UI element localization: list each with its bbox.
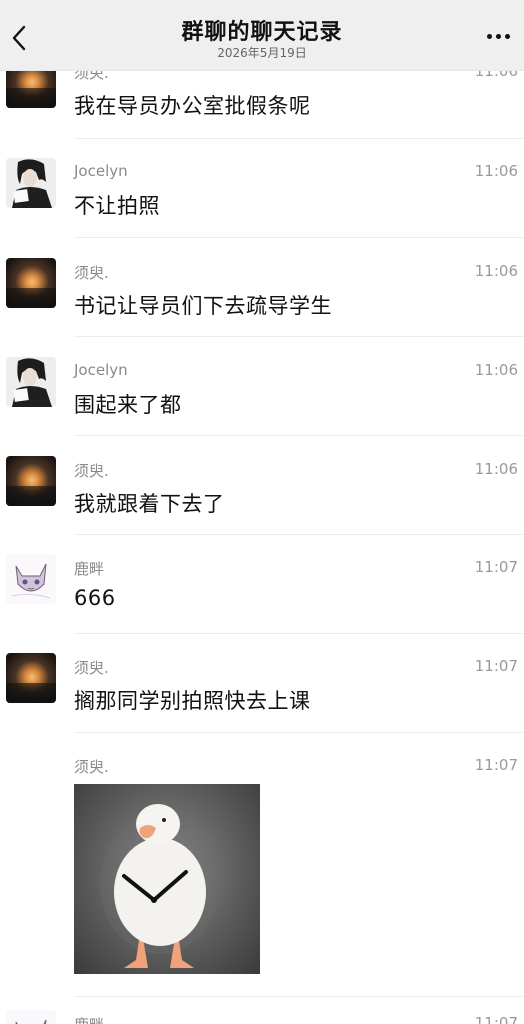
- message-divider: [74, 237, 524, 238]
- duck-image: [100, 804, 220, 968]
- portrait-avatar[interactable]: [6, 158, 56, 208]
- sunset-avatar[interactable]: [6, 456, 56, 506]
- message-text: 书记让导员们下去疏导学生: [74, 294, 332, 318]
- message-time: 11:06: [474, 262, 518, 280]
- message-item[interactable]: 须臾. 11:07: [0, 752, 524, 992]
- message-text: 我就跟着下去了: [74, 492, 225, 516]
- message-item[interactable]: 须臾. 11:06 我就跟着下去了: [0, 456, 524, 536]
- sender-name: Jocelyn: [74, 361, 128, 379]
- page-title: 群聊的聊天记录: [181, 20, 343, 45]
- duck-clock-sticker[interactable]: [74, 784, 260, 974]
- message-divider: [74, 435, 524, 436]
- cat-avatar[interactable]: [6, 554, 56, 604]
- message-item[interactable]: 须臾. 11:07 搁那同学别拍照快去上课: [0, 653, 524, 733]
- page-date: 2026年5月19日: [217, 46, 307, 60]
- more-dot-icon: [486, 33, 492, 39]
- portrait-image: [6, 357, 56, 407]
- message-item[interactable]: 须臾. 11:06 书记让导员们下去疏导学生: [0, 258, 524, 338]
- message-text: 不让拍照: [74, 194, 160, 218]
- message-divider: [74, 336, 524, 337]
- sender-name: 鹿畔: [74, 1014, 104, 1024]
- cat-drawing: [6, 554, 56, 604]
- message-item[interactable]: Jocelyn 11:06 围起来了都: [0, 357, 524, 437]
- message-text: 666: [74, 586, 116, 610]
- sender-name: Jocelyn: [74, 162, 128, 180]
- message-item[interactable]: 鹿畔 11:07 666: [0, 554, 524, 634]
- sender-name: 鹿畔: [74, 560, 105, 578]
- message-time: 11:07: [474, 1014, 518, 1024]
- message-divider: [74, 732, 524, 733]
- message-time: 11:07: [474, 558, 518, 576]
- sender-name: 须臾.: [74, 462, 109, 480]
- more-options-button[interactable]: [480, 20, 516, 52]
- sender-name: 须臾.: [74, 758, 109, 776]
- message-text: 围起来了都: [74, 393, 182, 417]
- message-time: 11:07: [474, 657, 518, 675]
- message-time: 11:06: [474, 460, 518, 478]
- message-divider: [74, 996, 524, 997]
- chat-history-page: 群聊的聊天记录 2026年5月19日 须臾. 11:06 我在导员办公室批假条呢…: [0, 0, 524, 1024]
- message-divider: [74, 138, 524, 139]
- cat-avatar[interactable]: [6, 1010, 56, 1024]
- message-time: 11:06: [474, 162, 518, 180]
- sender-name: 须臾.: [74, 659, 109, 677]
- more-dot-icon: [504, 33, 510, 39]
- message-text: 搁那同学别拍照快去上课: [74, 689, 311, 713]
- cat-drawing: [6, 1010, 56, 1024]
- message-divider: [74, 534, 524, 535]
- more-dot-icon: [495, 33, 501, 39]
- message-item[interactable]: Jocelyn 11:06 不让拍照: [0, 158, 524, 238]
- message-item[interactable]: 鹿畔 11:07: [0, 1010, 524, 1024]
- portrait-avatar[interactable]: [6, 357, 56, 407]
- message-time: 11:07: [474, 756, 518, 774]
- message-time: 11:06: [474, 361, 518, 379]
- message-text: 我在导员办公室批假条呢: [74, 94, 311, 118]
- sunset-avatar[interactable]: [6, 653, 56, 703]
- header-bar: 群聊的聊天记录 2026年5月19日: [0, 0, 524, 71]
- message-divider: [74, 633, 524, 634]
- sunset-avatar[interactable]: [6, 258, 56, 308]
- portrait-image: [6, 158, 56, 208]
- sender-name: 须臾.: [74, 264, 109, 282]
